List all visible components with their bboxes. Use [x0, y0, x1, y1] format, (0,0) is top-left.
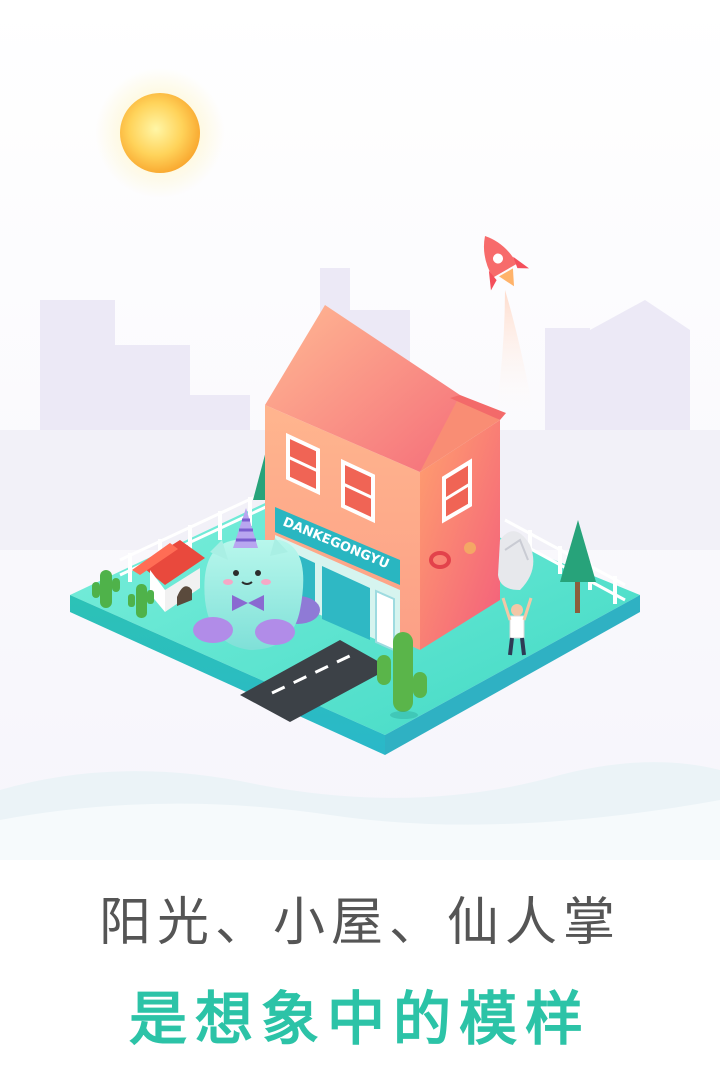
illustration: DANKEGONGYU: [0, 0, 720, 860]
headline-secondary: 是想象中的模样: [128, 985, 591, 1053]
headline-primary: 阳光、小屋、仙人掌: [98, 893, 621, 953]
sun-icon: [95, 68, 225, 198]
